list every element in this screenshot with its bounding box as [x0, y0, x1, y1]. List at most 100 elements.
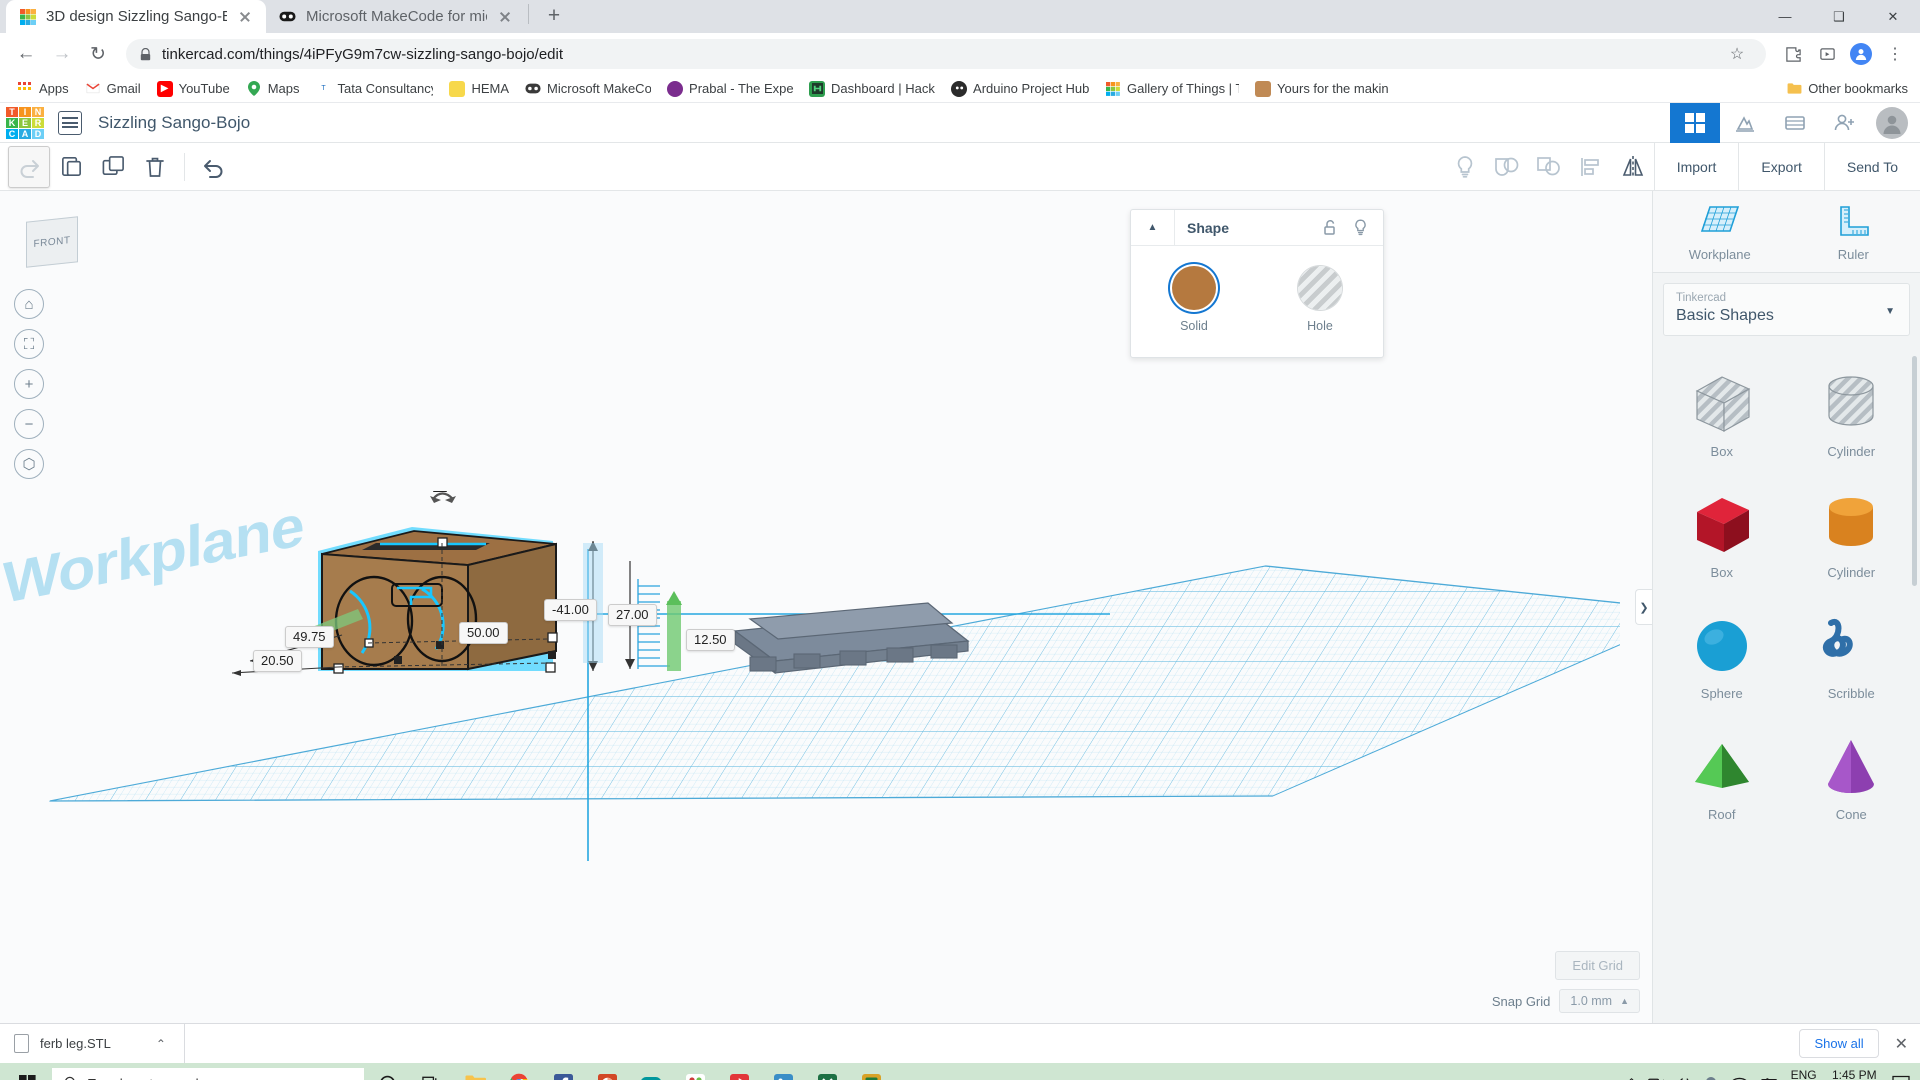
caret-up-icon[interactable]: ▲	[1131, 209, 1175, 246]
ruler-tool[interactable]: Ruler	[1787, 191, 1920, 272]
taskbar-chrome[interactable]	[498, 1063, 540, 1080]
forward-button[interactable]: →	[46, 38, 78, 70]
tab-close-icon[interactable]	[236, 8, 254, 26]
browser-tab-makecode[interactable]: Microsoft MakeCode for micro:bi	[266, 0, 526, 33]
dimension-49-75[interactable]: 49.75	[285, 626, 334, 649]
dimension-27-00[interactable]: 27.00	[608, 604, 657, 627]
volume-icon[interactable]	[1675, 1076, 1691, 1080]
import-button[interactable]: Import	[1653, 143, 1739, 191]
taskbar-photos[interactable]	[762, 1063, 804, 1080]
bookmark-item[interactable]: Apps	[10, 78, 76, 100]
clock[interactable]: 1:45 PM 12/9/2020	[1828, 1068, 1881, 1080]
collapse-panel-handle[interactable]: ❯	[1635, 589, 1652, 625]
blocks-icon[interactable]	[1670, 103, 1720, 143]
windows-start-icon[interactable]	[6, 1063, 48, 1080]
back-button[interactable]: ←	[10, 38, 42, 70]
edit-grid-button[interactable]: Edit Grid	[1555, 951, 1640, 980]
paste-button[interactable]	[50, 146, 92, 188]
dimension-50-00[interactable]: 50.00	[459, 622, 508, 645]
shape-box-hole[interactable]: Box	[1657, 354, 1787, 475]
delete-button[interactable]	[134, 146, 176, 188]
3d-objects[interactable]	[190, 491, 1490, 1011]
chevron-up-icon[interactable]: ⌃	[1627, 1076, 1637, 1080]
show-all-downloads-button[interactable]: Show all	[1799, 1029, 1879, 1058]
hint-lightbulb-icon[interactable]	[1444, 146, 1486, 188]
shape-gallery[interactable]: Box Cylinder Box Cylinder Sphere Scribbl…	[1653, 346, 1920, 1023]
bookmark-item[interactable]: Gmail	[78, 78, 148, 100]
codeblocks-icon[interactable]	[1720, 103, 1770, 143]
taskbar-fritzing[interactable]	[674, 1063, 716, 1080]
dimension-20-50[interactable]: 20.50	[253, 650, 302, 673]
shape-gallery-scrollbar[interactable]	[1912, 356, 1917, 586]
taskbar-notes[interactable]	[850, 1063, 892, 1080]
user-avatar[interactable]	[1876, 107, 1908, 139]
hole-swatch[interactable]: Hole	[1257, 266, 1383, 333]
bookmark-item[interactable]: Maps	[239, 78, 307, 100]
address-bar[interactable]: tinkercad.com/things/4iPFyG9m7cw-sizzlin…	[126, 39, 1766, 69]
solid-color-circle[interactable]	[1172, 266, 1216, 310]
align-icon[interactable]	[1570, 146, 1612, 188]
taskbar-scratch[interactable]	[718, 1063, 760, 1080]
bookmark-item[interactable]: Prabal - The Experi...	[660, 78, 800, 100]
caret-down-icon[interactable]: ▼	[1885, 306, 1895, 317]
taskbar-excel[interactable]	[806, 1063, 848, 1080]
taskbar-arduino[interactable]	[630, 1063, 672, 1080]
shape-sphere-blue[interactable]: Sphere	[1657, 596, 1787, 717]
star-icon[interactable]: ☆	[1722, 39, 1752, 69]
dimension-minus-41-00[interactable]: -41.00	[544, 599, 597, 622]
shape-box-red[interactable]: Box	[1657, 475, 1787, 596]
shape-cylinder-orange[interactable]: Cylinder	[1787, 475, 1917, 596]
redo-button[interactable]	[8, 145, 50, 188]
simulate-icon[interactable]	[1770, 103, 1820, 143]
bookmark-item[interactable]: Yours for the makin...	[1248, 78, 1396, 100]
view-cube-face-front[interactable]: FRONT	[26, 216, 78, 268]
caret-up-icon[interactable]: ⌃	[156, 1037, 166, 1051]
task-view-icon[interactable]	[410, 1063, 452, 1080]
reload-button[interactable]: ↻	[82, 38, 114, 70]
ungroup-icon[interactable]	[1528, 146, 1570, 188]
profile-icon[interactable]	[1846, 39, 1876, 69]
tab-close-icon[interactable]	[496, 8, 514, 26]
bookmark-item[interactable]: Arduino Project Hub	[944, 78, 1096, 100]
taskbar-powerpoint[interactable]	[586, 1063, 628, 1080]
language-indicator[interactable]: ENG IN	[1791, 1068, 1817, 1080]
battery-charging-icon[interactable]	[1759, 1077, 1780, 1080]
shape-cone-purple[interactable]: Cone	[1787, 717, 1917, 838]
taskbar-facebook[interactable]	[542, 1063, 584, 1080]
cortana-circle-icon[interactable]	[366, 1063, 408, 1080]
workplane-tool[interactable]: Workplane	[1653, 191, 1787, 272]
duplicate-button[interactable]	[92, 146, 134, 188]
maximize-button[interactable]: ❑	[1812, 0, 1866, 33]
mirror-icon[interactable]	[1612, 146, 1654, 188]
puzzle-icon[interactable]	[1778, 39, 1808, 69]
bookmark-item[interactable]: ▶ YouTube	[150, 78, 237, 100]
bookmark-item[interactable]: Dashboard | Hacker...	[802, 78, 942, 100]
bookmark-item[interactable]: T Tata Consultancy Se...	[308, 78, 440, 100]
dimension-12-50[interactable]: 12.50	[686, 629, 735, 652]
camera-icon[interactable]	[1647, 1076, 1664, 1080]
taskbar-file-explorer[interactable]	[454, 1063, 496, 1080]
hole-pattern-circle[interactable]	[1298, 266, 1342, 310]
other-bookmarks-button[interactable]: Other bookmarks	[1786, 81, 1908, 97]
search-input[interactable]: Type here to search	[52, 1068, 364, 1080]
send-to-button[interactable]: Send To	[1823, 143, 1920, 191]
shape-library-select[interactable]: Tinkercad Basic Shapes ▼	[1663, 283, 1910, 336]
kebab-menu-icon[interactable]: ⋮	[1880, 39, 1910, 69]
close-icon[interactable]: ✕	[1895, 1034, 1908, 1054]
lightbulb-icon[interactable]	[1345, 210, 1375, 246]
media-icon[interactable]	[1812, 39, 1842, 69]
document-list-icon[interactable]	[58, 110, 82, 135]
solid-swatch[interactable]: Solid	[1131, 266, 1257, 333]
shape-roof-green[interactable]: Roof	[1657, 717, 1787, 838]
bookmark-item[interactable]: Gallery of Things | T...	[1098, 78, 1246, 100]
wifi-icon[interactable]	[1731, 1076, 1748, 1080]
shape-scribble[interactable]: Scribble	[1787, 596, 1917, 717]
new-tab-button[interactable]: +	[539, 1, 569, 31]
browser-tab-tinkercad[interactable]: 3D design Sizzling Sango-Bojo | T	[6, 0, 266, 33]
onedrive-paused-icon[interactable]	[1702, 1076, 1720, 1080]
download-item[interactable]: ferb leg.STL ⌃	[14, 1023, 185, 1064]
close-window-button[interactable]: ✕	[1866, 0, 1920, 33]
3d-canvas[interactable]: FRONT ⌂ ⛶ + − ⬡ Workplane 49.75 20.50 50…	[0, 191, 1652, 1023]
bookmark-item[interactable]: Microsoft MakeCod...	[518, 78, 658, 100]
fit-view-button[interactable]: ⛶	[14, 329, 44, 359]
